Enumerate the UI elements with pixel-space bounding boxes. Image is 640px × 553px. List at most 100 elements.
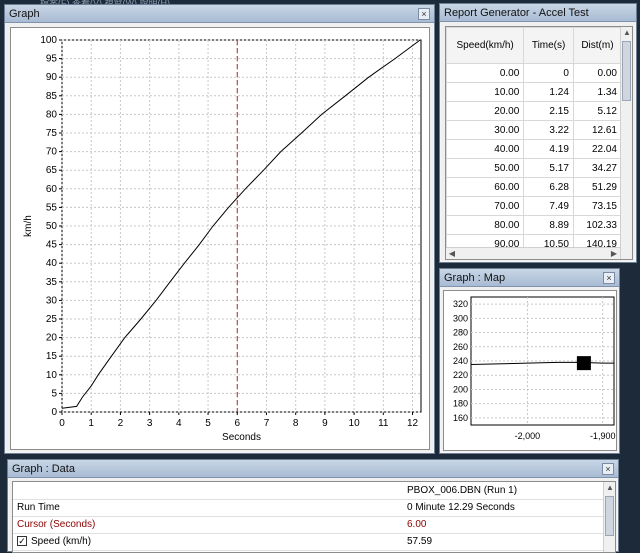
y-tick-label: 65 <box>46 165 58 176</box>
y-tick-label: 35 <box>46 277 58 288</box>
graph-panel[interactable]: 0 1 2 3 4 5 6 7 8 9 10 11 12 0 5 10 15 20 25 30 35 40 45 50 55 60… <box>10 27 430 450</box>
table-cell: 3.22 <box>523 120 574 140</box>
y-tick-label: 40 <box>46 258 58 269</box>
report-titlebar[interactable]: Report Generator - Accel Test <box>440 4 636 22</box>
table-row[interactable]: 50.00 5.17 34.27 <box>446 158 623 178</box>
col-time[interactable]: Time(s) <box>523 27 574 64</box>
scroll-thumb[interactable] <box>605 496 614 536</box>
gps-map-chart[interactable]: 160 180 200 220 240 260 280 300 320 -2,000 -1,900 <box>444 291 616 450</box>
map-y-tick-label: 320 <box>453 299 468 309</box>
map-x-tick-label: -2,000 <box>515 431 541 441</box>
y-axis-label: km/h <box>23 215 34 237</box>
y-tick-label: 10 <box>46 370 58 381</box>
graph-window[interactable]: Graph × 0 1 2 3 4 5 6 7 8 9 10 11 12 0 5 10 15 20 25 30 35 40… <box>4 4 435 454</box>
data-panel[interactable]: PBOX_006.DBN (Run 1) Run Time 0 Minute 12… <box>12 481 616 553</box>
table-cell: 2.15 <box>523 101 574 121</box>
table-cell: 22.04 <box>572 139 623 159</box>
data-title: Graph : Data <box>12 463 75 475</box>
map-window[interactable]: Graph : Map × 160 180 200 220 240 260 280 300 32… <box>439 268 620 454</box>
x-tick-label: 1 <box>88 418 94 429</box>
data-row-value: 0 Minute 12.29 Seconds <box>403 499 603 517</box>
table-cell: 0 <box>523 63 574 83</box>
scroll-thumb[interactable] <box>622 41 631 101</box>
x-tick-label: 3 <box>147 418 153 429</box>
data-row[interactable]: Cursor (Seconds) 6.00 <box>13 516 603 534</box>
table-cell: 70.00 <box>446 196 525 216</box>
graph-titlebar[interactable]: Graph × <box>5 5 434 23</box>
table-cell: 5.17 <box>523 158 574 178</box>
table-cell: 0.00 <box>572 63 623 83</box>
report-vscroll[interactable]: ▲ <box>620 27 632 259</box>
y-tick-label: 70 <box>46 147 58 158</box>
data-row[interactable]: Run Time 0 Minute 12.29 Seconds <box>13 499 603 517</box>
table-cell: 40.00 <box>446 139 525 159</box>
report-window[interactable]: Report Generator - Accel Test Speed(km/h… <box>439 3 637 263</box>
y-tick-label: 15 <box>46 351 58 362</box>
close-icon[interactable]: × <box>418 8 430 20</box>
table-cell: 8.89 <box>523 215 574 235</box>
map-y-tick-label: 160 <box>453 413 468 423</box>
map-y-tick-label: 220 <box>453 370 468 380</box>
map-titlebar[interactable]: Graph : Map × <box>440 269 619 287</box>
checkbox[interactable]: ✓ <box>17 536 27 547</box>
data-row-label: Run Time <box>13 499 403 517</box>
map-y-tick-label: 300 <box>453 313 468 323</box>
data-row-value: 57.59 <box>403 533 603 551</box>
data-row[interactable]: ✓ Speed (km/h) 57.59 <box>13 533 603 551</box>
table-cell: 51.29 <box>572 177 623 197</box>
file-header: PBOX_006.DBN (Run 1) <box>403 482 603 500</box>
table-cell: 20.00 <box>446 101 525 121</box>
x-tick-label: 6 <box>234 418 240 429</box>
x-tick-label: 5 <box>205 418 211 429</box>
y-tick-label: 90 <box>46 72 58 83</box>
y-tick-label: 45 <box>46 240 58 251</box>
table-row[interactable]: 60.00 6.28 51.29 <box>446 177 623 197</box>
speed-time-chart[interactable]: 0 1 2 3 4 5 6 7 8 9 10 11 12051015202530354045505560… <box>11 28 429 449</box>
table-row[interactable]: 0.00 0 0.00 <box>446 63 623 83</box>
y-tick-label: 75 <box>46 128 58 139</box>
table-cell: 5.12 <box>572 101 623 121</box>
report-title: Report Generator - Accel Test <box>444 7 589 19</box>
x-axis-label: Seconds <box>222 432 261 443</box>
map-x-tick-label: -1,900 <box>590 431 616 441</box>
scroll-up-icon[interactable]: ▲ <box>604 482 615 494</box>
col-dist[interactable]: Dist(m) <box>572 27 623 64</box>
map-y-tick-label: 180 <box>453 399 468 409</box>
table-row[interactable]: 30.00 3.22 12.61 <box>446 120 623 140</box>
table-row[interactable]: 10.00 1.24 1.34 <box>446 82 623 102</box>
table-cell: 6.28 <box>523 177 574 197</box>
data-window[interactable]: Graph : Data × PBOX_006.DBN (Run 1) Run … <box>7 459 619 553</box>
data-vscroll[interactable]: ▲ <box>603 482 615 552</box>
table-cell: 50.00 <box>446 158 525 178</box>
col-speed[interactable]: Speed(km/h) <box>446 27 525 64</box>
table-row[interactable]: 70.00 7.49 73.15 <box>446 196 623 216</box>
data-row-label: Cursor (Seconds) <box>13 516 403 534</box>
table-cell: 10.00 <box>446 82 525 102</box>
table-cell: 1.24 <box>523 82 574 102</box>
table-row[interactable]: 20.00 2.15 5.12 <box>446 101 623 121</box>
x-tick-label: 7 <box>264 418 270 429</box>
data-table: PBOX_006.DBN (Run 1) Run Time 0 Minute 12… <box>13 482 603 551</box>
x-tick-label: 8 <box>293 418 299 429</box>
y-tick-label: 85 <box>46 91 58 102</box>
position-marker <box>576 356 591 371</box>
y-tick-label: 5 <box>51 388 57 399</box>
close-icon[interactable]: × <box>602 463 614 475</box>
table-cell: 30.00 <box>446 120 525 140</box>
close-icon[interactable]: × <box>603 272 615 284</box>
map-title: Graph : Map <box>444 272 506 284</box>
map-y-tick-label: 260 <box>453 342 468 352</box>
x-tick-label: 0 <box>59 418 65 429</box>
x-tick-label: 12 <box>407 418 419 429</box>
scroll-left-icon[interactable]: ◀ <box>446 248 458 259</box>
table-row[interactable]: 40.00 4.19 22.04 <box>446 139 623 159</box>
report-hscroll[interactable]: ◀ ▶ <box>446 247 620 259</box>
scroll-right-icon[interactable]: ▶ <box>608 248 620 259</box>
map-panel[interactable]: 160 180 200 220 240 260 280 300 320 -2,000 -1,900 <box>443 290 617 451</box>
table-row[interactable]: 80.00 8.89 102.33 <box>446 215 623 235</box>
data-titlebar[interactable]: Graph : Data × <box>8 460 618 478</box>
report-panel[interactable]: Speed(km/h) Time(s) Dist(m) 0.00 0 0.00 10.… <box>445 26 633 260</box>
table-cell: 4.19 <box>523 139 574 159</box>
scroll-up-icon[interactable]: ▲ <box>621 27 632 39</box>
y-tick-label: 20 <box>46 333 58 344</box>
